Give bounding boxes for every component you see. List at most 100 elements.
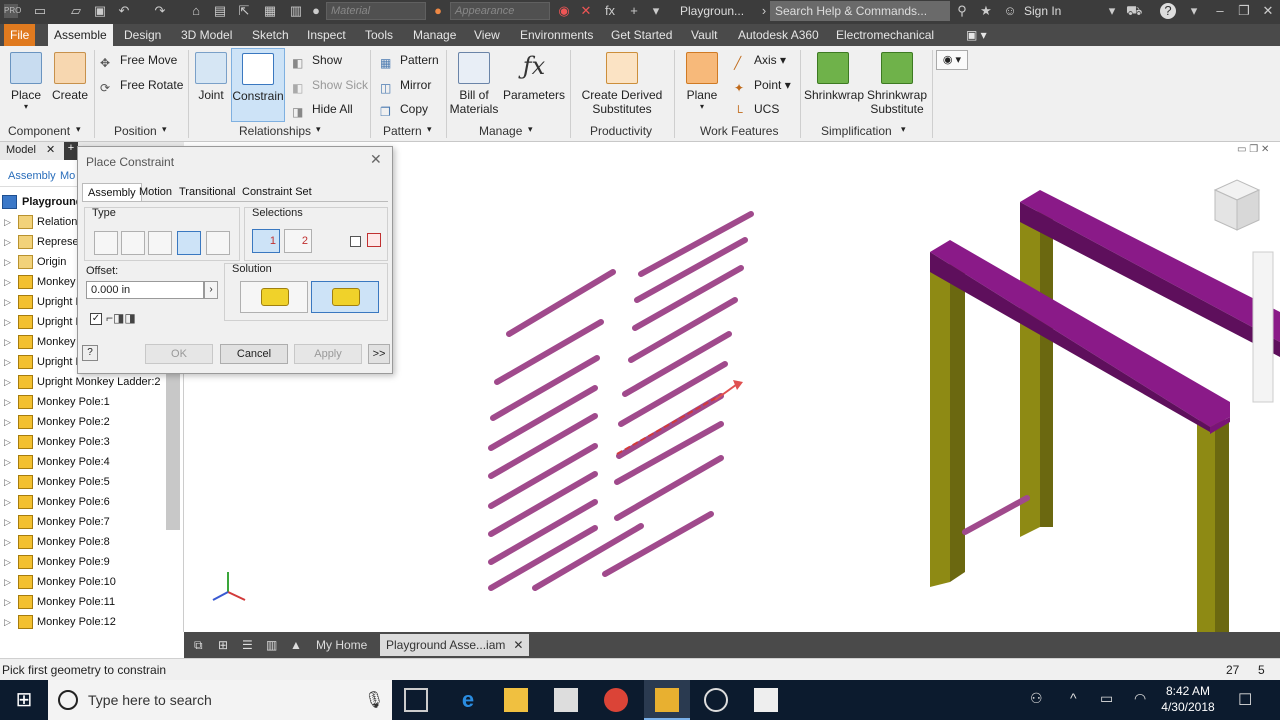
app-logo-icon[interactable]: PRO [4,4,21,18]
bill-of-materials-button[interactable]: Bill of Materials [448,52,500,116]
position-panel-label[interactable]: Position [114,124,157,138]
axis-button[interactable]: ╱ Axis ▾ [732,50,786,70]
place-button[interactable]: Place ▾ [6,52,46,111]
file-explorer-icon[interactable] [504,688,528,712]
insert-constraint-icon[interactable] [177,231,201,255]
tab-autodesk-a360[interactable]: Autodesk A360 [732,24,825,46]
tab-sketch[interactable]: Sketch [246,24,295,46]
solution-opposed-button[interactable] [240,281,308,313]
expand-icon[interactable]: ▷ [4,252,11,272]
pattern-button[interactable]: ▦ Pattern [378,50,439,70]
dialog-tab-transitional[interactable]: Transitional [174,183,240,201]
tab-electromechanical[interactable]: Electromechanical [830,24,940,46]
clear-icon[interactable]: ✕ [578,3,594,19]
adjust-icon[interactable]: ◉ [556,3,572,19]
minimize-icon[interactable]: – [1212,3,1228,19]
close-tab-icon[interactable]: ✕ [513,634,523,656]
appearance-combo[interactable]: Appearance [450,2,550,20]
tab-file[interactable]: File [4,24,36,46]
windows-start-icon[interactable]: ⊞ [12,688,36,712]
more-button[interactable]: >> [368,344,390,364]
edge-icon[interactable]: e [456,688,480,712]
tab-document[interactable]: Playground Asse...iam ✕ [380,634,530,656]
add-icon[interactable]: + [626,3,642,19]
component-dropdown-icon[interactable]: ▾ [76,124,81,135]
copy-button[interactable]: ❐ Copy [378,99,428,119]
photos-icon[interactable] [754,688,778,712]
create-derived-substitutes-button[interactable]: Create Derived Substitutes [576,52,668,116]
cancel-button[interactable]: Cancel [220,344,288,364]
dialog-tab-motion[interactable]: Motion [134,183,177,201]
binoculars-icon[interactable]: ⚲ [954,3,970,19]
create-button[interactable]: Create [50,52,90,102]
relationships-dropdown-icon[interactable]: ▾ [316,124,321,135]
measure-icon[interactable]: ▦ [262,3,278,19]
viewport-window-controls[interactable]: ▭ ❐ ✕ [1237,144,1269,155]
cart-icon[interactable]: ⛟ [1126,3,1142,19]
help-search-input[interactable]: Search Help & Commands... [770,1,950,21]
tab-vault[interactable]: Vault [685,24,723,46]
ucs-button[interactable]: └ UCS [732,99,779,119]
free-rotate-button[interactable]: ⟳ Free Rotate [98,75,183,95]
customize-icon[interactable]: ▾ [648,3,664,19]
browser-sub-assembly[interactable]: Assembly [8,170,56,182]
close-window-icon[interactable]: ✕ [1260,3,1276,19]
component-panel-label[interactable]: Component [8,124,70,138]
offset-arrow-icon[interactable]: › [204,281,218,299]
ok-button[interactable]: OK [145,344,213,364]
position-dropdown-icon[interactable]: ▾ [162,124,167,135]
help-dialog-icon[interactable]: ? [82,345,98,361]
expand-icon[interactable]: ▷ [4,232,11,252]
view-cube[interactable] [1213,179,1261,231]
manage-dropdown-icon[interactable]: ▾ [528,124,533,135]
expand-icon[interactable]: ▷ [4,432,11,452]
simplification-dropdown-icon[interactable]: ▾ [901,124,906,135]
free-move-button[interactable]: ✥ Free Move [98,50,177,70]
expand-icon[interactable]: ▷ [4,332,11,352]
battery-icon[interactable]: ▭ [1100,690,1113,707]
pattern-dropdown-icon[interactable]: ▾ [427,124,432,135]
pick-part-first-icon[interactable] [367,233,381,247]
selection-2-button[interactable]: 2 [284,229,312,253]
redo-icon[interactable]: ↷ [152,3,168,19]
dialog-tab-assembly[interactable]: Assembly [82,183,142,201]
vertical-tile-icon[interactable]: ▥ [260,634,283,656]
tray-chevron-icon[interactable]: ^ [1070,690,1077,706]
hide-all-button[interactable]: ◨ Hide All [290,99,353,119]
chrome-icon[interactable] [604,688,628,712]
parameters-qa-icon[interactable]: fx [602,3,618,19]
dialog-close-icon[interactable]: ✕ [370,151,382,168]
color-icon[interactable]: ● [308,3,324,19]
shrinkwrap-substitute-button[interactable]: Shrinkwrap Substitute [866,52,928,116]
clock-date[interactable]: 4/30/2018 [1160,700,1216,714]
help-icon[interactable]: ? [1160,3,1176,19]
expand-icon[interactable]: ▷ [4,552,11,572]
selection-1-button[interactable]: 1 [252,229,280,253]
show-sick-button[interactable]: ◧ Show Sick [290,75,368,95]
steam-icon[interactable] [704,688,728,712]
expand-icon[interactable]: ▷ [4,572,11,592]
appearance-ball-icon[interactable]: ● [430,3,446,19]
dropdown-icon[interactable]: ▾ [1104,3,1120,19]
expand-icon[interactable]: ▷ [4,392,11,412]
save-icon[interactable]: ▣ [92,3,108,19]
tab-view[interactable]: View [468,24,506,46]
parameters-button[interactable]: ƒx Parameters [502,52,566,102]
restore-icon[interactable]: ❐ [1236,3,1252,19]
tab-assemble[interactable]: Assemble [48,24,113,46]
notifications-icon[interactable]: ☐ [1238,690,1252,710]
undo-icon[interactable]: ↶ [116,3,132,19]
mirror-button[interactable]: ◫ Mirror [378,75,431,95]
home-icon[interactable]: ⌂ [188,3,204,19]
angle-constraint-icon[interactable] [121,231,145,255]
expand-icon[interactable]: ▷ [4,612,11,632]
task-view-icon[interactable] [404,688,428,712]
sign-in-link[interactable]: Sign In [1024,4,1061,18]
inventor-taskbar-button[interactable] [644,680,690,720]
grid-view-icon[interactable]: ⊞ [212,634,234,656]
browser-add-icon[interactable]: + [64,142,78,160]
tab-manage[interactable]: Manage [407,24,462,46]
expand-icon[interactable]: ▷ [4,352,11,372]
manage-panel-label[interactable]: Manage [479,124,522,138]
user-icon[interactable]: ☺ [1002,3,1018,19]
